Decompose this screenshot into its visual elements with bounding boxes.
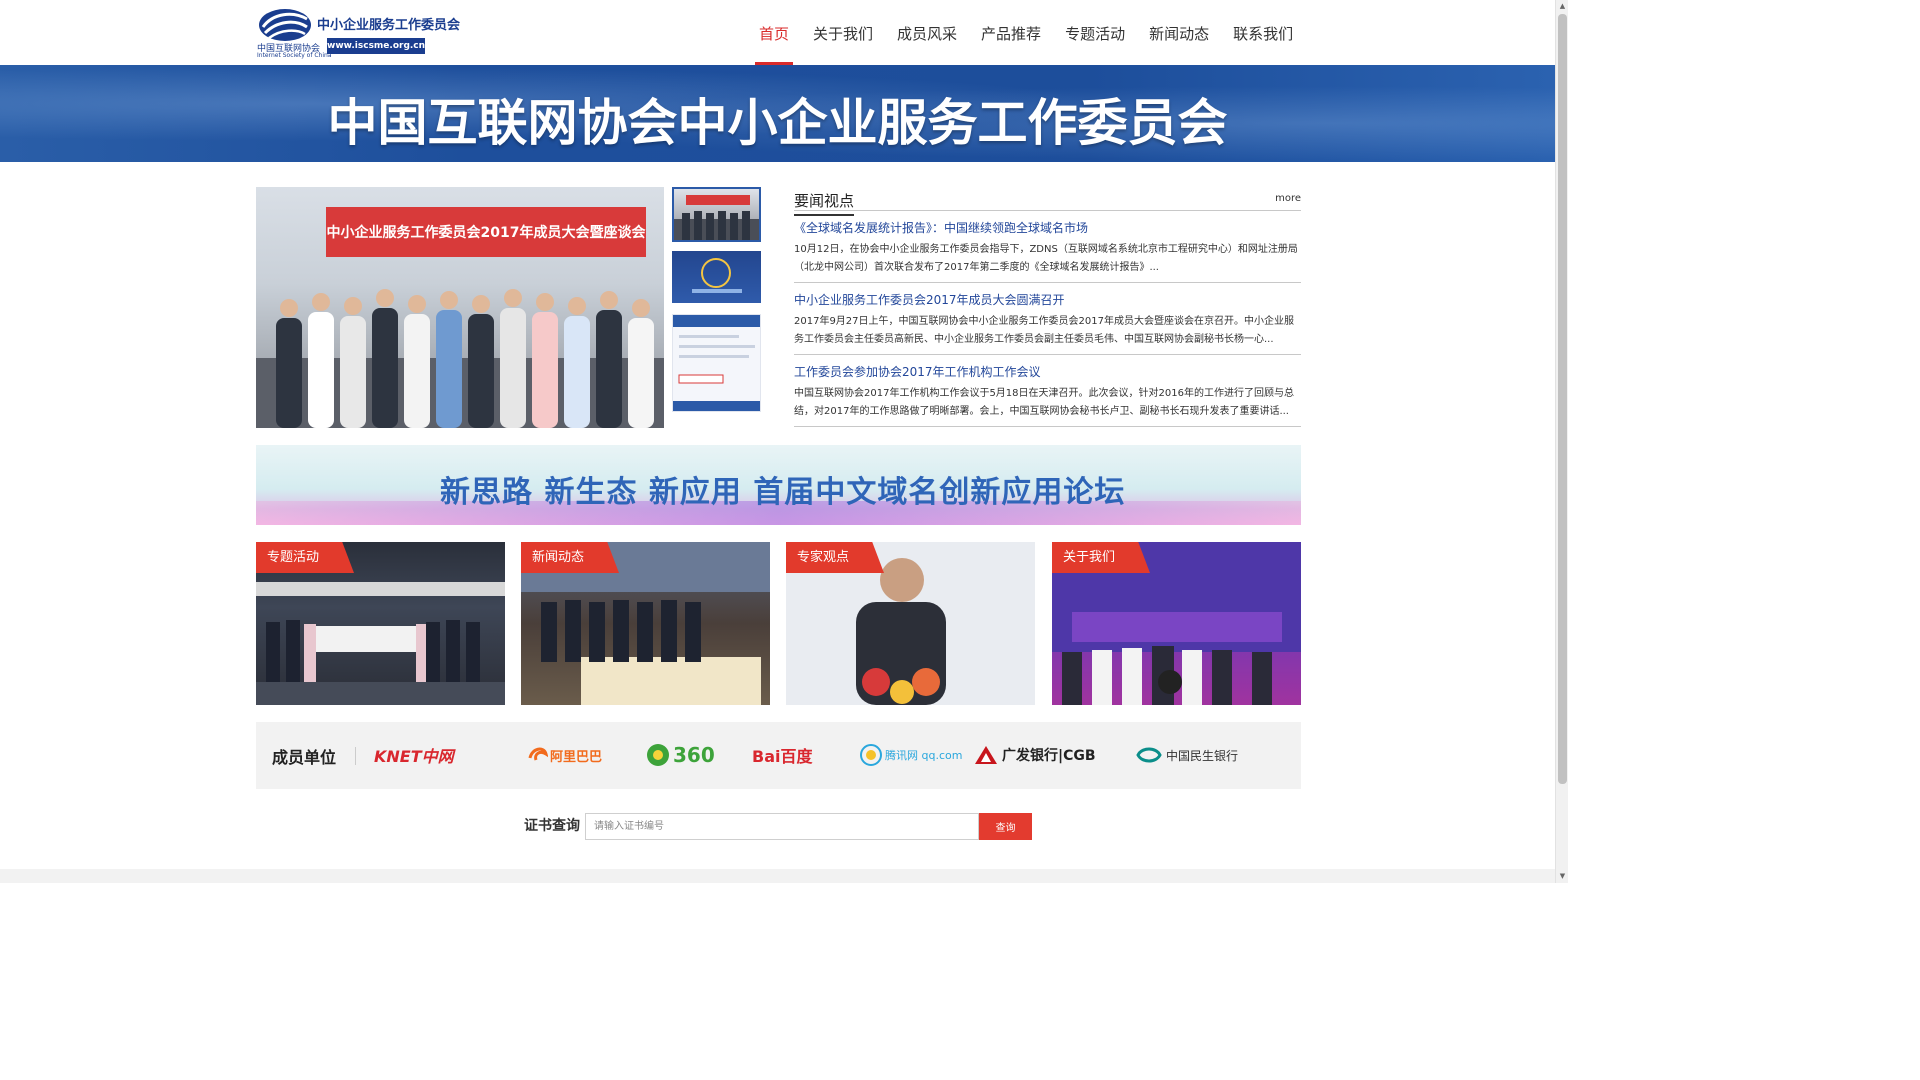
slider-caption: 中小企业服务工作委员会2017年成员大会暨座谈会 (326, 225, 646, 241)
card-label: 专题活动 (256, 542, 354, 573)
baidu-logo-text: Bai百度 (752, 747, 813, 766)
site-logo[interactable]: 中小企业服务工作委员会 中国互联网协会 www.iscsme.org.cn In… (255, 7, 460, 59)
tencent-logo-text: 腾讯网 qq.com (885, 749, 963, 762)
cert-search-label: 证书查询 (524, 818, 580, 834)
360-logo-text: 360 (673, 743, 715, 767)
nav-home[interactable]: 首页 (747, 0, 801, 65)
slider-thumb-2[interactable] (672, 251, 761, 303)
logo-org-en: Internet Society of China (257, 52, 332, 59)
cmbc-logo-icon (1136, 747, 1162, 763)
news-heading: 要闻视点 (794, 192, 855, 216)
cmbc-logo-text: 中国民生银行 (1166, 748, 1239, 763)
scroll-down-arrow-icon[interactable]: ▼ (1556, 870, 1568, 883)
member-logo-cgb[interactable]: 广发银行|CGB (974, 740, 1096, 770)
knet-logo-text: KNET中网 (374, 747, 454, 766)
group-photo-image (256, 289, 664, 428)
news-item-title[interactable]: 工作委员会参加协会2017年工作机构工作会议 (794, 364, 1301, 381)
news-item-title[interactable]: 《全球域名发展统计报告》：中国继续领跑全球域名市场 (794, 220, 1301, 237)
news-item-desc: 2017年9月27日上午，中国互联网协会中小企业服务工作委员会2017年成员大会… (794, 316, 1294, 345)
banner-title: 中国互联网协会中小企业服务工作委员会 (327, 94, 1228, 152)
forum-banner-title: 新思路 新生态 新应用 首届中文域名创新应用论坛 (440, 475, 1126, 510)
nav-events[interactable]: 专题活动 (1053, 0, 1137, 65)
cgb-logo-icon (975, 746, 997, 764)
nav-members[interactable]: 成员风采 (885, 0, 969, 65)
slider-photo-backdrop: 中小企业服务工作委员会2017年成员大会暨座谈会 (326, 207, 646, 257)
scroll-up-arrow-icon[interactable]: ▲ (1556, 0, 1568, 13)
alibaba-logo-icon (528, 747, 548, 761)
isc-logo-icon (259, 9, 311, 41)
news-item: 工作委员会参加协会2017年工作机构工作会议 中国互联网协会2017年工作机构工… (794, 364, 1301, 427)
news-item-desc: 10月12日，在协会中小企业服务工作委员会指导下，ZDNS（互联网域名系统北京市… (794, 244, 1298, 273)
slider-thumbnails (672, 187, 762, 427)
news-more-link[interactable]: more (1275, 193, 1301, 204)
member-logo-knet[interactable]: KNET中网 (374, 740, 454, 770)
nav-about[interactable]: 关于我们 (801, 0, 885, 65)
slider-thumb-1[interactable] (672, 187, 761, 242)
news-panel: 要闻视点 more 《全球域名发展统计报告》：中国继续领跑全球域名市场 10月1… (794, 187, 1301, 427)
page: 中小企业服务工作委员会 中国互联网协会 www.iscsme.org.cn In… (0, 0, 1568, 883)
logo-url: www.iscsme.org.cn (327, 38, 425, 54)
nav-products[interactable]: 产品推荐 (969, 0, 1053, 65)
hero-banner: 中国互联网协会中小企业服务工作委员会 (0, 65, 1555, 162)
nav-contact[interactable]: 联系我们 (1221, 0, 1305, 65)
member-logo-baidu[interactable]: Bai百度 (752, 740, 812, 770)
scrollbar-thumb[interactable] (1558, 14, 1567, 784)
member-logo-tencent[interactable]: 腾讯网 qq.com (860, 740, 962, 770)
news-header: 要闻视点 more (794, 187, 1301, 216)
thumb-photo-image (674, 195, 759, 240)
members-title: 成员单位 (272, 748, 337, 767)
slider-main-image[interactable]: 中小企业服务工作委员会2017年成员大会暨座谈会 (256, 187, 664, 428)
card-label: 关于我们 (1052, 542, 1150, 573)
news-item-title[interactable]: 中小企业服务工作委员会2017年成员大会圆满召开 (794, 292, 1301, 309)
news-item-desc: 中国互联网协会2017年工作机构工作会议于5月18日在天津召开。此次会议，针对2… (794, 388, 1294, 417)
news-item: 中小企业服务工作委员会2017年成员大会圆满召开 2017年9月27日上午，中国… (794, 292, 1301, 355)
alibaba-logo-text: 阿里巴巴 (550, 749, 603, 765)
member-units-strip: 成员单位 KNET中网 阿里巴巴 360 Bai百度 腾讯网 qq.com 广发… (256, 722, 1301, 789)
card-news[interactable]: 新闻动态 (521, 542, 770, 705)
cgb-logo-text: 广发银行|CGB (1002, 748, 1096, 764)
member-logo-alibaba[interactable]: 阿里巴巴 (528, 740, 602, 770)
thumb-document-image (673, 315, 760, 411)
card-special-events[interactable]: 专题活动 (256, 542, 505, 705)
thumb-slide-image (692, 258, 742, 293)
members-divider (355, 747, 356, 765)
tencent-logo-icon (860, 744, 882, 766)
footer-strip (0, 869, 1555, 883)
header: 中小企业服务工作委员会 中国互联网协会 www.iscsme.org.cn In… (0, 0, 1555, 65)
card-about-us[interactable]: 关于我们 (1052, 542, 1301, 705)
member-logo-cmbc[interactable]: 中国民生银行 (1136, 740, 1238, 770)
card-label: 专家观点 (786, 542, 884, 573)
card-label: 新闻动态 (521, 542, 619, 573)
main-nav: 首页 关于我们 成员风采 产品推荐 专题活动 新闻动态 联系我们 (747, 0, 1305, 65)
news-item: 《全球域名发展统计报告》：中国继续领跑全球域名市场 10月12日，在协会中小企业… (794, 220, 1301, 283)
forum-banner[interactable]: 新思路 新生态 新应用 首届中文域名创新应用论坛 (256, 445, 1301, 525)
logo-committee-name: 中小企业服务工作委员会 (317, 18, 461, 33)
cert-number-input[interactable] (585, 813, 979, 840)
slider-thumb-3[interactable] (672, 314, 761, 412)
360-logo-icon (647, 744, 669, 766)
cert-search-button[interactable]: 查询 (979, 813, 1032, 840)
member-logo-360[interactable]: 360 (646, 740, 715, 770)
page-scrollbar[interactable]: ▲ ▼ (1555, 0, 1568, 883)
nav-news[interactable]: 新闻动态 (1137, 0, 1221, 65)
card-expert-views[interactable]: 专家观点 (786, 542, 1035, 705)
